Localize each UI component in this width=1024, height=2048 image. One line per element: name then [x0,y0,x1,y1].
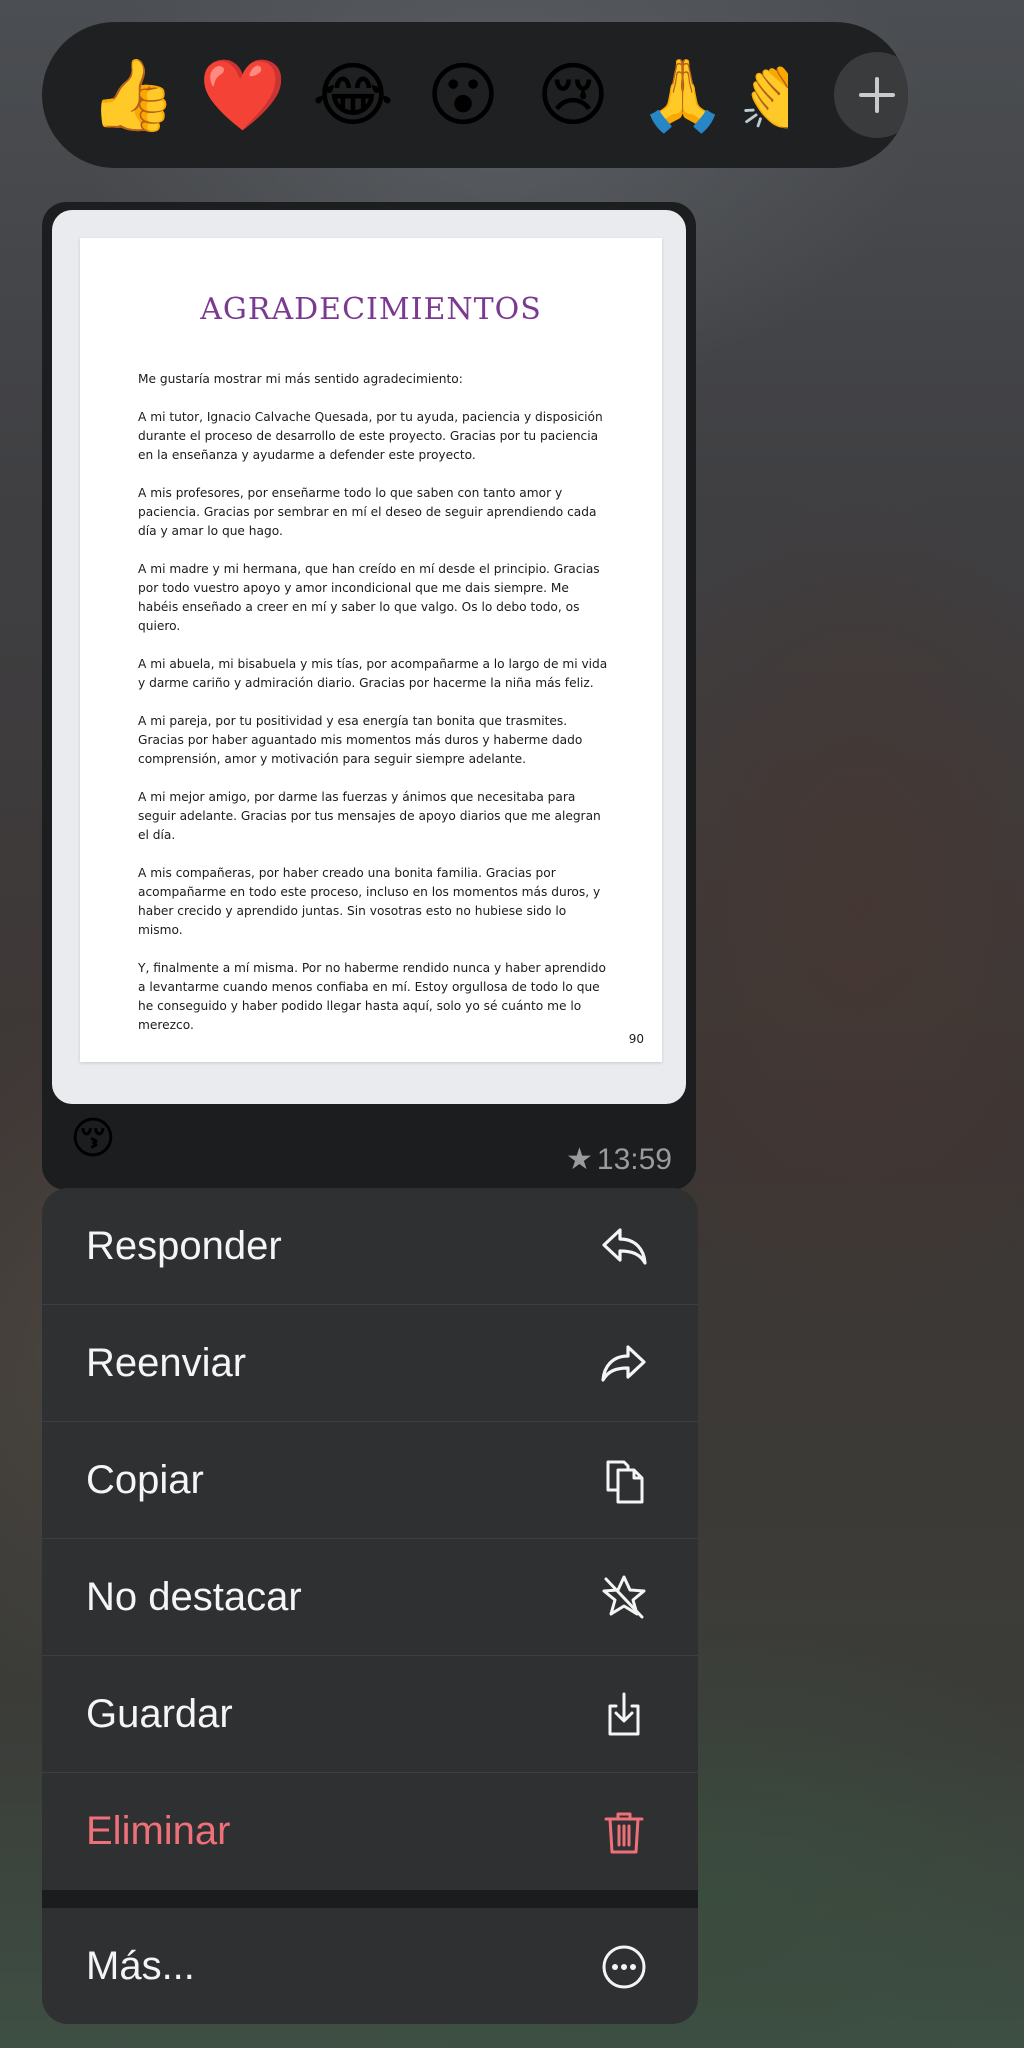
menu-item-label: Guardar [86,1691,233,1736]
reaction-heart[interactable]: ❤️ [188,40,298,150]
menu-item-delete[interactable]: Eliminar [42,1773,698,1890]
forward-icon [598,1337,650,1389]
document-paragraph: A mis profesores, por enseñarme todo lo … [138,486,597,538]
reaction-crying[interactable]: 😢 [518,40,628,150]
copy-icon [598,1454,650,1506]
trash-icon [598,1806,650,1858]
menu-item-forward[interactable]: Reenviar [42,1305,698,1422]
document-page: AGRADECIMIENTOS Me gustaría mostrar mi m… [80,238,662,1062]
document-paragraph: A mi mejor amigo, por darme las fuerzas … [138,790,601,842]
starred-icon: ★ [566,1143,593,1176]
menu-item-label: No destacar [86,1574,302,1619]
reaction-laughing[interactable]: 😂 [298,40,408,150]
reaction-clapping[interactable]: 👏 [738,40,788,150]
message-reaction-emoji[interactable]: 😚 [70,1114,116,1164]
message-bubble[interactable]: AGRADECIMIENTOS Me gustaría mostrar mi m… [42,202,696,1190]
document-title: AGRADECIMIENTOS [200,292,542,327]
add-reaction-button[interactable] [834,52,908,138]
document-paragraph: A mis compañeras, por haber creado una b… [138,866,601,937]
reaction-bar: 👍 ❤️ 😂 😮 😢 🙏 👏 [42,22,908,168]
document-paragraph: Me gustaría mostrar mi más sentido agrad… [138,372,463,386]
menu-item-label: Reenviar [86,1340,247,1385]
menu-item-more[interactable]: Más... [42,1908,698,2024]
menu-item-unstar[interactable]: No destacar [42,1539,698,1656]
document-paragraph: A mi madre y mi hermana, que han creído … [138,562,600,633]
save-icon [598,1688,650,1740]
plus-icon [859,77,895,113]
reaction-surprised[interactable]: 😮 [408,40,518,150]
menu-item-save[interactable]: Guardar [42,1656,698,1773]
menu-item-copy[interactable]: Copiar [42,1422,698,1539]
menu-item-label: Responder [86,1223,282,1268]
more-icon [598,1941,650,1993]
menu-item-reply[interactable]: Responder [42,1188,698,1305]
document-paragraph: A mi pareja, por tu positividad y esa en… [138,714,583,766]
unstar-icon [598,1571,650,1623]
document-paragraph: A mi abuela, mi bisabuela y mis tías, po… [138,657,608,690]
reply-icon [598,1220,650,1272]
menu-separator [42,1890,698,1908]
menu-item-label: Eliminar [86,1809,231,1853]
document-paragraph: Y, finalmente a mí misma. Por no haberme… [138,961,606,1032]
reaction-praying[interactable]: 🙏 [628,40,738,150]
document-body: Me gustaría mostrar mi más sentido agrad… [138,370,610,1054]
reaction-thumbs-up[interactable]: 👍 [78,40,188,150]
message-meta: ★ 13:59 [566,1142,672,1177]
document-preview[interactable]: AGRADECIMIENTOS Me gustaría mostrar mi m… [52,210,686,1104]
message-time: 13:59 [596,1142,672,1176]
document-paragraph: A mi tutor, Ignacio Calvache Quesada, po… [138,410,603,462]
context-menu: Responder Reenviar Copiar No destacar Gu… [42,1188,698,2024]
menu-item-label: Más... [86,1944,195,1988]
menu-item-label: Copiar [86,1457,204,1502]
page-number: 90 [628,1032,644,1046]
